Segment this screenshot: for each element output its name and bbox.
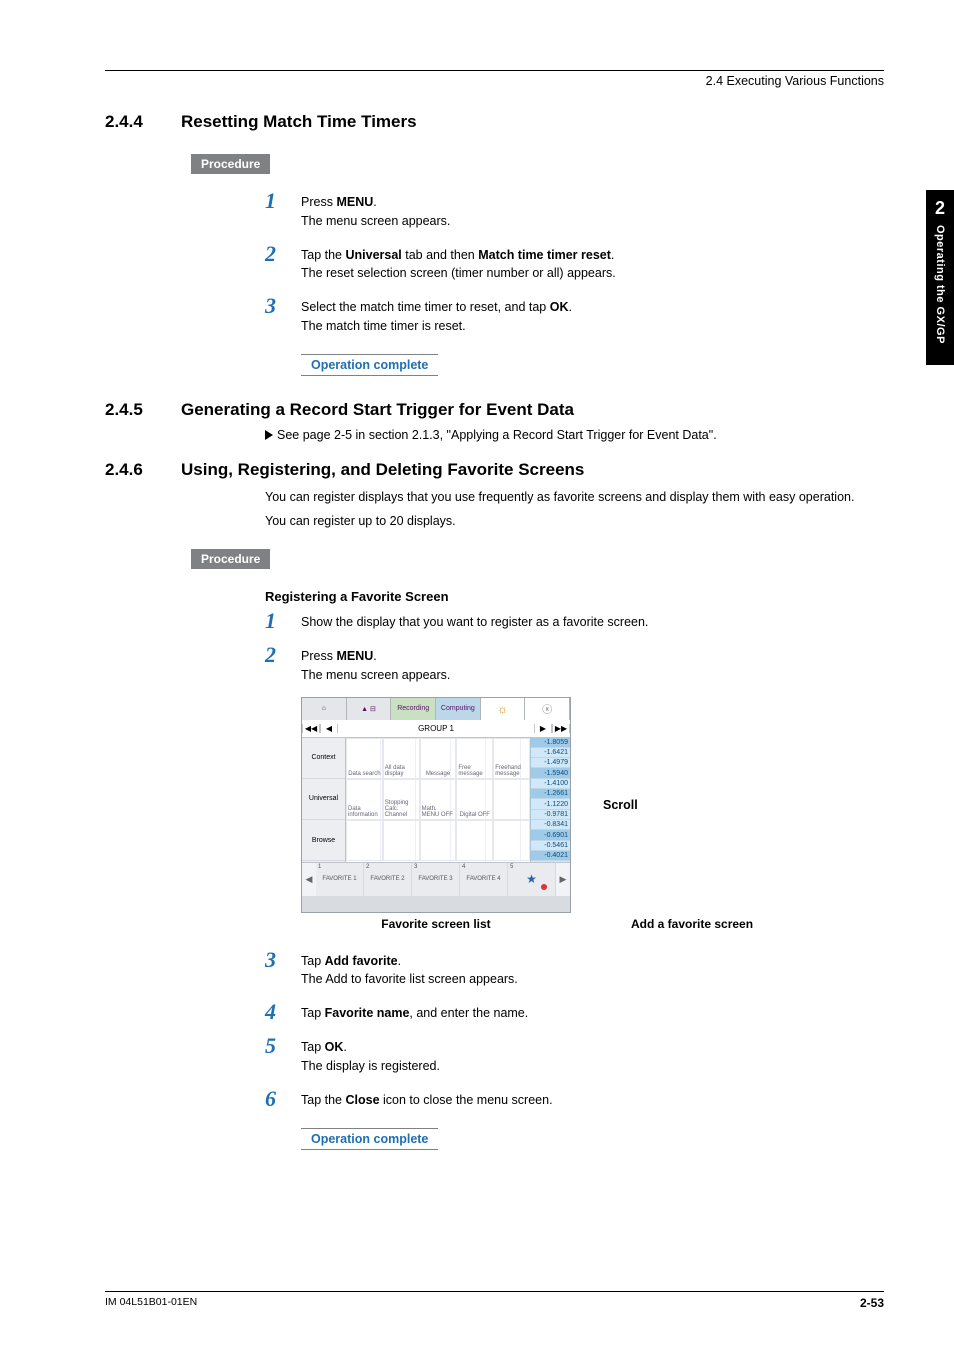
step-number: 1	[265, 610, 301, 632]
step-1: 1 Show the display that you want to regi…	[265, 610, 884, 632]
figure-captions: Favorite screen list Add a favorite scre…	[301, 917, 884, 931]
step-number: 3	[265, 949, 301, 971]
fav-slot-1: 1FAVORITE 1	[316, 863, 364, 896]
section-number: 2.4.4	[105, 112, 181, 132]
group-label: GROUP 1	[338, 724, 534, 733]
step-text: Press MENU. The menu screen appears.	[301, 644, 450, 685]
step-5: 5 Tap OK. The display is registered.	[265, 1035, 884, 1076]
chapter-tab: 2 Operating the GX/GP	[926, 190, 954, 365]
step-number: 6	[265, 1088, 301, 1110]
side-browse: Browse	[302, 820, 345, 861]
recording-tab: Recording	[391, 698, 436, 720]
procedure-label: Procedure	[191, 549, 270, 569]
home-icon: ⌂	[302, 698, 347, 720]
caption-favorite-list: Favorite screen list	[301, 917, 571, 931]
operation-complete: Operation complete	[301, 354, 438, 376]
step-4: 4 Tap Favorite name, and enter the name.	[265, 1001, 884, 1023]
side-tabs: Context Universal Browse	[302, 738, 346, 862]
close-icon: ⓧ	[525, 698, 570, 720]
group-next2: ▶▶	[552, 724, 570, 733]
group-prev2: ◀◀	[302, 724, 320, 733]
fav-add-slot: 5★	[508, 863, 556, 896]
device-screenshot: ⌂ ▲ ⊟ Recording Computing ☼ ⓧ ◀◀ ◀ GROUP…	[301, 697, 571, 913]
step-text: Tap OK. The display is registered.	[301, 1035, 440, 1076]
procedure-label: Procedure	[191, 154, 270, 174]
page-footer: IM 04L51B01-01EN 2-53	[105, 1291, 884, 1310]
section-2-4-6-header: 2.4.6 Using, Registering, and Deleting F…	[105, 460, 884, 480]
fav-right: ▶	[556, 863, 570, 896]
section-number: 2.4.6	[105, 460, 181, 480]
fav-left: ◀	[302, 863, 316, 896]
group-next: ▶	[534, 724, 552, 733]
step-text: Tap the Close icon to close the menu scr…	[301, 1088, 553, 1110]
step-number: 5	[265, 1035, 301, 1057]
value-column: -1.8059 -1.6421 -1.4979 -1.5940 -1.4100 …	[530, 738, 570, 862]
chapter-label: Operating the GX/GP	[934, 225, 946, 352]
step-text: Select the match time timer to reset, an…	[301, 295, 572, 336]
step-1: 1 Press MENU. The menu screen appears.	[265, 190, 884, 231]
section-title: Using, Registering, and Deleting Favorit…	[181, 460, 584, 480]
cross-reference: See page 2-5 in section 2.1.3, "Applying…	[265, 428, 884, 442]
brightness-icon: ☼	[481, 698, 526, 720]
sub-heading: Registering a Favorite Screen	[265, 589, 884, 604]
breadcrumb: 2.4 Executing Various Functions	[105, 74, 884, 88]
group-prev: ◀	[320, 724, 338, 733]
section-title: Generating a Record Start Trigger for Ev…	[181, 400, 574, 420]
page-number: 2-53	[860, 1296, 884, 1310]
device-topbar: ⌂ ▲ ⊟ Recording Computing ☼ ⓧ	[302, 698, 570, 720]
doc-id: IM 04L51B01-01EN	[105, 1296, 197, 1310]
step-text: Tap Favorite name, and enter the name.	[301, 1001, 528, 1023]
step-text: Show the display that you want to regist…	[301, 610, 648, 632]
add-badge	[541, 884, 547, 890]
alarm-icon: ▲ ⊟	[347, 698, 392, 720]
section-title: Resetting Match Time Timers	[181, 112, 417, 132]
favorite-row: ◀ 1FAVORITE 1 2FAVORITE 2 3FAVORITE 3 4F…	[302, 862, 570, 896]
menu-grid: Data search All data display Message Fre…	[346, 738, 530, 862]
page: 2.4 Executing Various Functions 2.4.4 Re…	[0, 0, 954, 1350]
step-3: 3 Tap Add favorite. The Add to favorite …	[265, 949, 884, 990]
section-2-4-4-header: 2.4.4 Resetting Match Time Timers	[105, 112, 884, 132]
header-rule	[105, 70, 884, 71]
intro-text-1: You can register displays that you use f…	[265, 488, 884, 507]
fav-slot-4: 4FAVORITE 4	[460, 863, 508, 896]
side-universal: Universal	[302, 779, 345, 820]
operation-complete: Operation complete	[301, 1128, 438, 1150]
device-mid: Context Universal Browse Data search All…	[302, 738, 570, 862]
step-2: 2 Tap the Universal tab and then Match t…	[265, 243, 884, 284]
chapter-number: 2	[926, 198, 954, 219]
section-number: 2.4.5	[105, 400, 181, 420]
caption-add-favorite: Add a favorite screen	[631, 917, 884, 931]
step-3: 3 Select the match time timer to reset, …	[265, 295, 884, 336]
step-2: 2 Press MENU. The menu screen appears.	[265, 644, 884, 685]
step-6: 6 Tap the Close icon to close the menu s…	[265, 1088, 884, 1110]
section-2-4-5-header: 2.4.5 Generating a Record Start Trigger …	[105, 400, 884, 420]
fav-slot-2: 2FAVORITE 2	[364, 863, 412, 896]
step-number: 3	[265, 295, 301, 317]
step-number: 2	[265, 644, 301, 666]
step-text: Tap the Universal tab and then Match tim…	[301, 243, 616, 284]
triangle-icon	[265, 430, 273, 440]
step-text: Tap Add favorite. The Add to favorite li…	[301, 949, 518, 990]
figure-wrap: ⌂ ▲ ⊟ Recording Computing ☼ ⓧ ◀◀ ◀ GROUP…	[301, 697, 884, 913]
group-bar: ◀◀ ◀ GROUP 1 ▶ ▶▶	[302, 720, 570, 738]
side-context: Context	[302, 738, 345, 779]
step-number: 1	[265, 190, 301, 212]
step-text: Press MENU. The menu screen appears.	[301, 190, 450, 231]
star-icon: ★	[526, 872, 537, 886]
scroll-label: Scroll	[603, 798, 638, 812]
computing-tab: Computing	[436, 698, 481, 720]
fav-slot-3: 3FAVORITE 3	[412, 863, 460, 896]
step-number: 4	[265, 1001, 301, 1023]
step-number: 2	[265, 243, 301, 265]
intro-text-2: You can register up to 20 displays.	[265, 512, 884, 531]
